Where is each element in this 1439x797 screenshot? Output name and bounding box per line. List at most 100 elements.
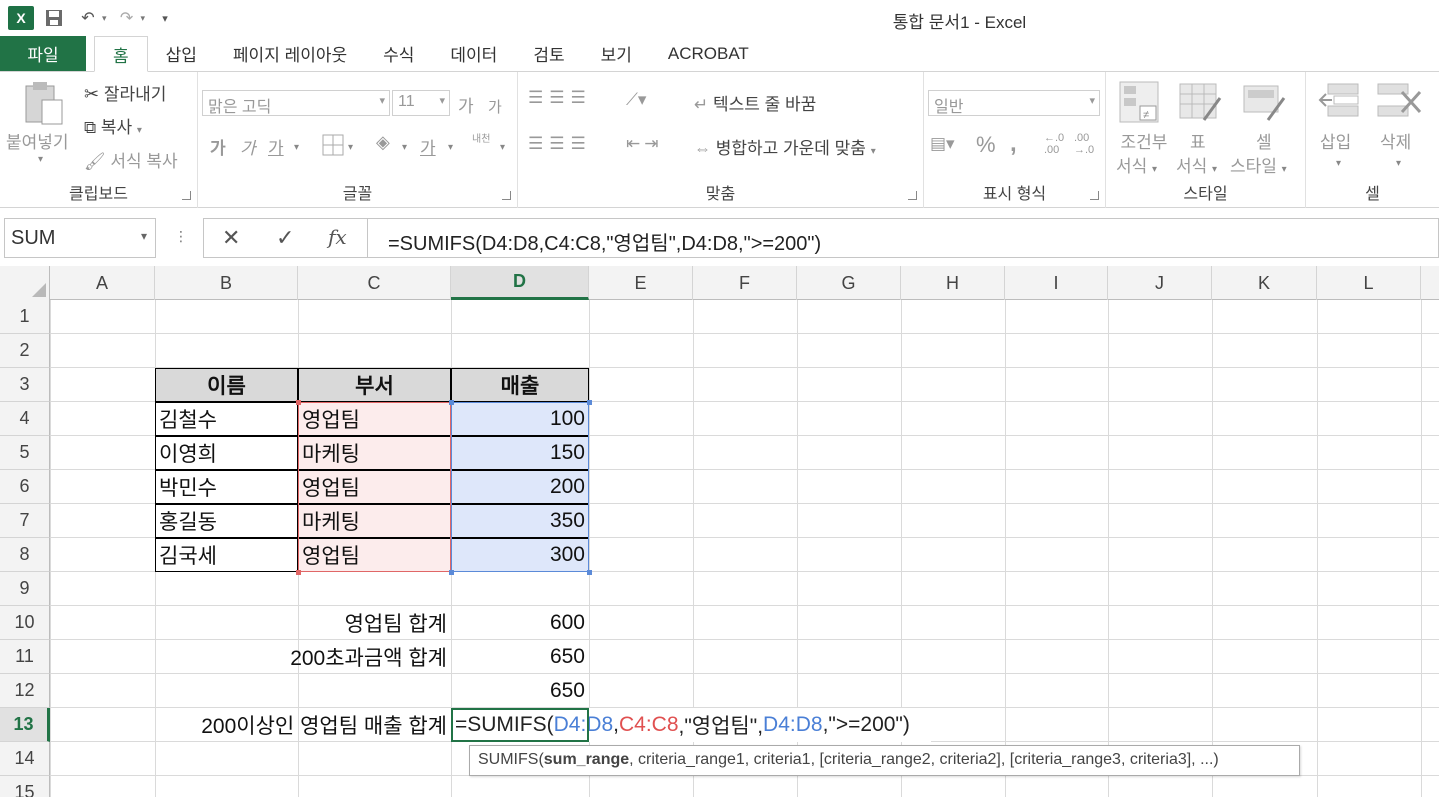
table-cell-name[interactable]: 이영희 <box>155 436 298 470</box>
row-header-4[interactable]: 4 <box>0 402 50 436</box>
insert-cells-button[interactable]: 삽입 <box>1320 128 1351 153</box>
name-box[interactable]: SUM <box>4 218 156 258</box>
underline-dropdown-icon[interactable]: ▾ <box>294 142 299 153</box>
table-header-cell[interactable]: 매출 <box>451 368 589 402</box>
wrap-text-button[interactable]: ↵ 텍스트 줄 바꿈 <box>694 90 816 115</box>
delete-cells-button[interactable]: 삭제 <box>1380 128 1411 153</box>
summary-value[interactable]: 600 <box>451 606 589 640</box>
format-as-table-line1[interactable]: 표 <box>1190 128 1206 153</box>
row-header-8[interactable]: 8 <box>0 538 50 572</box>
number-format-dropdown[interactable]: 일반 <box>928 90 1100 116</box>
row-header-6[interactable]: 6 <box>0 470 50 504</box>
summary-label[interactable] <box>155 674 451 708</box>
tab-formulas[interactable]: 수식 <box>365 36 432 71</box>
table-cell-name[interactable]: 홍길동 <box>155 504 298 538</box>
tab-page-layout[interactable]: 페이지 레이아웃 <box>215 36 365 71</box>
italic-button[interactable]: 가 <box>240 134 256 159</box>
column-header-j[interactable]: J <box>1108 266 1212 300</box>
horizontal-align-icons[interactable]: ☰☰☰ <box>528 134 592 154</box>
copy-button[interactable]: ⧉ 복사 ▾ <box>84 113 142 138</box>
format-painter-button[interactable]: 🖌 서식 복사 <box>84 147 178 172</box>
insert-dropdown-icon[interactable]: ▾ <box>1336 158 1341 169</box>
table-cell-sales[interactable]: 300 <box>451 538 589 572</box>
font-color-dropdown-icon[interactable]: ▾ <box>448 142 453 153</box>
paste-button[interactable]: 붙여넣기 <box>6 128 69 153</box>
summary-label[interactable]: 영업팀 합계 <box>155 606 451 640</box>
column-header-f[interactable]: F <box>693 266 797 300</box>
comma-button[interactable]: , <box>1010 130 1017 158</box>
underline-button[interactable]: 가 <box>268 134 284 159</box>
column-header-l[interactable]: L <box>1317 266 1421 300</box>
table-cell-name[interactable]: 김철수 <box>155 402 298 436</box>
table-header-cell[interactable]: 부서 <box>298 368 451 402</box>
row-header-10[interactable]: 10 <box>0 606 50 640</box>
cell-styles-button[interactable]: 스타일 ▾ <box>1230 152 1287 177</box>
column-header-c[interactable]: C <box>298 266 451 300</box>
table-cell-sales[interactable]: 100 <box>451 402 589 436</box>
table-cell-sales[interactable]: 350 <box>451 504 589 538</box>
summary-value[interactable]: 650 <box>451 674 589 708</box>
summary-value[interactable]: 650 <box>451 640 589 674</box>
delete-cells-icon[interactable] <box>1376 80 1426 129</box>
summary-label[interactable]: 200초과금액 합계 <box>155 640 451 674</box>
merge-center-button[interactable]: ⇔ 병합하고 가운데 맞춤 ▾ <box>694 134 876 159</box>
table-cell-dept[interactable]: 영업팀 <box>298 538 451 572</box>
tab-acrobat[interactable]: ACROBAT <box>650 36 767 71</box>
worksheet-grid[interactable]: ABCDEFGHIJKL 1 2 3 4 5 6 7 8 9 10 11 12 13 14 15 이름 부서 매… <box>0 266 1439 797</box>
table-cell-sales[interactable]: 200 <box>451 470 589 504</box>
row-header-3[interactable]: 3 <box>0 368 50 402</box>
row-header-12[interactable]: 12 <box>0 674 50 708</box>
tab-insert[interactable]: 삽입 <box>148 36 215 71</box>
cut-button[interactable]: ✂ 잘라내기 <box>84 80 166 105</box>
increase-decimal-button[interactable]: ←.0 .00 <box>1044 132 1070 156</box>
column-header-h[interactable]: H <box>901 266 1005 300</box>
row-header-11[interactable]: 11 <box>0 640 50 674</box>
table-cell-dept[interactable]: 영업팀 <box>298 402 451 436</box>
format-as-table-button[interactable]: 서식 ▾ <box>1176 152 1217 177</box>
fill-color-icon[interactable]: ◈ <box>376 132 390 153</box>
grow-font-button[interactable]: 가 <box>458 92 474 117</box>
cell-styles-dropdown-icon[interactable]: ▾ <box>1282 164 1287 175</box>
border-icon[interactable] <box>322 134 344 161</box>
conditional-format-line1[interactable]: 조건부 <box>1116 128 1172 153</box>
select-all-button[interactable] <box>0 266 50 300</box>
row-header-5[interactable]: 5 <box>0 436 50 470</box>
conditional-format-dropdown-icon[interactable]: ▾ <box>1152 164 1157 175</box>
currency-icon[interactable]: ▤▾ <box>930 134 955 154</box>
conditional-format-button[interactable]: 서식 ▾ <box>1116 152 1157 177</box>
tab-view[interactable]: 보기 <box>583 36 650 71</box>
fill-color-dropdown-icon[interactable]: ▾ <box>402 142 407 153</box>
format-as-table-icon[interactable] <box>1178 80 1222 129</box>
clipboard-launcher-icon[interactable] <box>182 191 191 200</box>
function-tooltip[interactable]: SUMIFS(sum_range, criteria_range1, crite… <box>469 745 1300 776</box>
font-launcher-icon[interactable] <box>502 191 511 200</box>
row-header-14[interactable]: 14 <box>0 742 50 776</box>
column-header-a[interactable]: A <box>50 266 155 300</box>
insert-cells-icon[interactable] <box>1318 80 1362 129</box>
orientation-icon[interactable]: ⟋▾ <box>626 90 646 110</box>
decrease-decimal-button[interactable]: .00 →.0 <box>1074 132 1102 156</box>
row-header-2[interactable]: 2 <box>0 334 50 368</box>
column-header-k[interactable]: K <box>1212 266 1317 300</box>
column-header-e[interactable]: E <box>589 266 693 300</box>
row-header-9[interactable]: 9 <box>0 572 50 606</box>
conditional-format-icon[interactable]: ≠ <box>1118 80 1160 129</box>
border-dropdown-icon[interactable]: ▾ <box>348 142 353 153</box>
phonetic-dropdown-icon[interactable]: ▾ <box>500 142 505 153</box>
number-launcher-icon[interactable] <box>1090 191 1099 200</box>
table-cell-dept[interactable]: 영업팀 <box>298 470 451 504</box>
column-header-i[interactable]: I <box>1005 266 1108 300</box>
tab-file[interactable]: 파일 <box>0 36 86 71</box>
tab-review[interactable]: 검토 <box>515 36 582 71</box>
format-as-table-dropdown-icon[interactable]: ▾ <box>1212 164 1217 175</box>
table-cell-dept[interactable]: 마케팅 <box>298 504 451 538</box>
editing-row-label[interactable]: 200이상인 영업팀 매출 합계 <box>50 708 451 742</box>
table-header-cell[interactable]: 이름 <box>155 368 298 402</box>
table-cell-sales[interactable]: 150 <box>451 436 589 470</box>
phonetic-button[interactable]: 내천 <box>472 134 494 145</box>
paste-dropdown-icon[interactable]: ▾ <box>38 154 43 165</box>
tab-data[interactable]: 데이터 <box>432 36 515 71</box>
row-header-1[interactable]: 1 <box>0 300 50 334</box>
column-header-d[interactable]: D <box>451 266 589 300</box>
column-header-b[interactable]: B <box>155 266 298 300</box>
